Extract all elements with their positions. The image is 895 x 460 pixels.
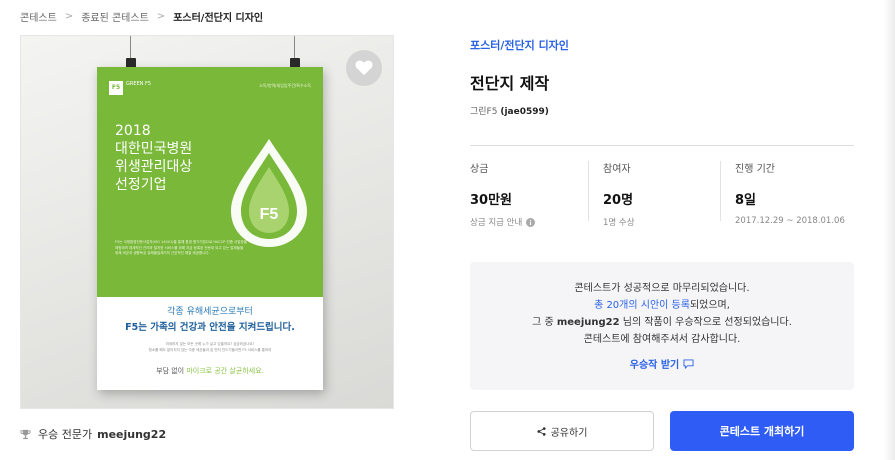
stat-value: 30만원: [470, 193, 513, 208]
trophy-icon: [20, 429, 31, 440]
winner-name[interactable]: meejung22: [97, 428, 166, 441]
stat-divider: [720, 161, 721, 221]
contest-category[interactable]: 포스터/전단지 디자인: [470, 37, 569, 53]
poster-fine-print: 미세하지 않는 모든 곳에 누가 살고 있을까요? 궁금하셨나요? 청소를 해도…: [148, 342, 272, 352]
poster-logo: F5: [109, 81, 123, 95]
poster-headline: 2018 대한민국병원 위생관리대상 선정기업: [115, 123, 193, 193]
like-button[interactable]: [346, 50, 382, 86]
notice-line: 그 중 meejung22 님의 작품이 우승작으로 선정되었습니다.: [532, 317, 792, 328]
chevron-right-icon: >: [156, 11, 166, 22]
winner-name-inline: meejung22: [556, 317, 620, 328]
heart-icon: [355, 60, 373, 76]
stat-duration: 진행 기간 8일 2017.12.29 ~ 2018.01.06: [735, 160, 845, 226]
poster-logo-text: GREEN F5: [126, 81, 152, 87]
stat-prize: 상금 30만원 상금 지급 안내: [470, 160, 536, 228]
poster: F5 GREEN F5 소독/방역/세입입주건/특수소독 2018 대한민국병원…: [97, 67, 323, 390]
stat-participants: 참여자 20명 1명 수상: [603, 160, 635, 228]
author-name: 그린F5: [470, 107, 498, 117]
poster-bottom-line: 부담 없이 마이크로 공간 살균하세요.: [156, 367, 264, 375]
receive-winning-entry-button[interactable]: 우승작 받기: [470, 356, 854, 371]
author-id: (jae0599): [500, 107, 549, 117]
share-button[interactable]: 공유하기: [470, 411, 654, 451]
notice-line: 총 20개의 시안이 등록되었으며,: [594, 300, 730, 311]
breadcrumb-current: 포스터/전단지 디자인: [173, 13, 264, 24]
chevron-right-icon: >: [64, 11, 74, 22]
prize-payment-info-link[interactable]: 상금 지급 안내: [470, 216, 536, 228]
poster-tags: 소독/방역/세입입주건/특수소독: [259, 83, 311, 88]
stat-label: 참여자: [603, 164, 631, 175]
poster-small-text: F5는 국제환경전문사업자(ISO 14001)을 통해 환경 평가기업으로 H…: [115, 240, 247, 255]
stat-sub: 1명 수상: [603, 218, 635, 228]
poster-tagline: F5는 가족의 건강과 안전을 지켜드립니다.: [125, 322, 295, 333]
share-icon: [537, 426, 546, 436]
page-edge-shadow: [884, 0, 895, 460]
winner-info: 우승 전문가 meejung22: [20, 426, 166, 442]
breadcrumb: 콘테스트 > 종료된 콘테스트 > 포스터/전단지 디자인: [20, 9, 263, 24]
stat-value: 20명: [603, 193, 634, 208]
notice-line: 콘테스트에 참여해주셔서 감사합니다.: [583, 334, 741, 345]
notice-line: 콘테스트가 성공적으로 마무리되었습니다.: [574, 283, 750, 294]
stat-divider: [588, 161, 589, 221]
breadcrumb-ended-contests[interactable]: 종료된 콘테스트: [81, 9, 149, 24]
poster-subheading: 각종 유해세균으로부터: [167, 307, 253, 317]
contest-author[interactable]: 그린F5 (jae0599): [470, 104, 549, 117]
winning-entry-image[interactable]: F5 GREEN F5 소독/방역/세입입주건/특수소독 2018 대한민국병원…: [20, 35, 394, 409]
speech-bubble-icon: [683, 358, 694, 369]
contest-title: 전단지 제작: [470, 74, 550, 93]
breadcrumb-contest[interactable]: 콘테스트: [20, 9, 57, 24]
divider: [470, 145, 854, 146]
poster-drop-mark: F5: [260, 206, 279, 223]
stat-label: 상금: [470, 164, 489, 175]
stat-label: 진행 기간: [735, 164, 775, 175]
stat-value: 8일: [735, 193, 757, 208]
host-contest-button[interactable]: 콘테스트 개최하기: [670, 411, 854, 451]
water-drop-icon: F5: [231, 139, 307, 247]
entries-link[interactable]: 총 20개의 시안이 등록: [594, 300, 690, 311]
winner-label: 우승 전문가: [38, 428, 93, 441]
info-icon: [526, 217, 536, 227]
stat-sub: 2017.12.29 ~ 2018.01.06: [735, 216, 845, 226]
contest-result-notice: 콘테스트가 성공적으로 마무리되었습니다. 총 20개의 시안이 등록되었으며,…: [470, 262, 854, 390]
